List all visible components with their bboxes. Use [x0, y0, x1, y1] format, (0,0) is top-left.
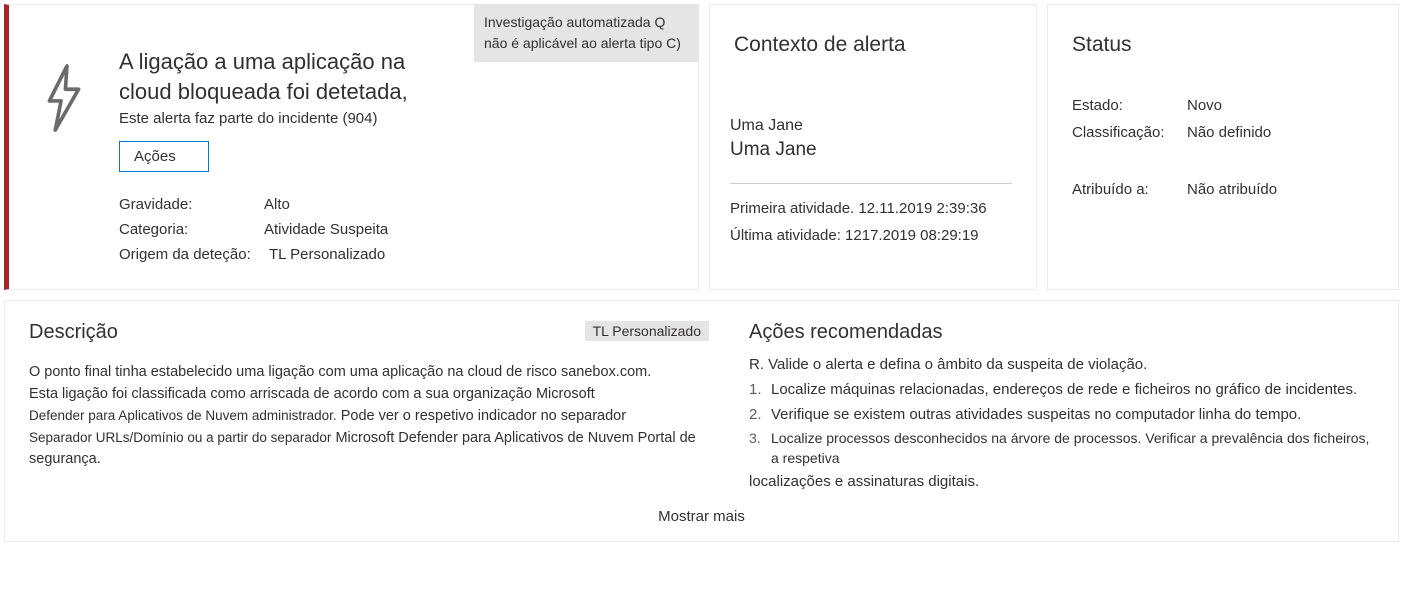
context-divider	[730, 183, 1012, 184]
desc-line2b: Defender para Aplicativos de Nuvem admin…	[29, 408, 337, 423]
recommended-column: Ações recomendadas R. Valide o alerta e …	[749, 321, 1374, 489]
alert-icon-column	[9, 23, 119, 271]
description-tag: TL Personalizado	[585, 321, 709, 341]
classification-label: Classificação:	[1072, 124, 1187, 141]
desc-line3a: Separador URLs/Domínio ou a partir do se…	[29, 430, 331, 445]
actions-button[interactable]: Ações	[119, 141, 209, 172]
recommended-item-3: Localize processos desconhecidos na árvo…	[749, 429, 1374, 468]
assigned-row: Atribuído a: Não atribuído	[1072, 181, 1374, 198]
desc-line2c: Pode ver o respetivo indicador no separa…	[341, 408, 626, 424]
recommended-title: Ações recomendadas	[749, 321, 1374, 344]
alert-incident-line: Este alerta faz parte do incidente (904)	[119, 110, 654, 127]
lightning-icon	[39, 63, 89, 133]
status-card: Status Estado: Novo Classificação: Não d…	[1047, 4, 1399, 290]
classification-row: Classificação: Não definido	[1072, 124, 1374, 141]
show-more-button[interactable]: Mostrar mais	[29, 508, 1374, 525]
context-user-line2: Uma Jane	[730, 139, 1008, 161]
recommended-item-2: Verifique se existem outras atividades s…	[749, 404, 1374, 425]
alert-summary-card: A ligação a uma aplicação na cloud bloqu…	[4, 4, 699, 290]
alert-context-card: Contexto de alerta Uma Jane Uma Jane Pri…	[709, 4, 1037, 290]
recommended-item-1: Localize máquinas relacionadas, endereço…	[749, 379, 1374, 400]
assigned-value: Não atribuído	[1187, 181, 1277, 198]
category-row: Categoria: Atividade Suspeita	[119, 221, 654, 238]
detection-source-row: Origem da deteção: TL Personalizado	[119, 246, 654, 263]
last-activity: Última atividade: 1217.2019 08:29:19	[730, 227, 1008, 244]
category-label: Categoria:	[119, 221, 264, 238]
state-row: Estado: Novo	[1072, 97, 1374, 114]
state-value: Novo	[1187, 97, 1222, 114]
desc-line1: O ponto final tinha estabelecido uma lig…	[29, 362, 709, 384]
assigned-label: Atribuído a:	[1072, 181, 1187, 198]
description-column: TL Personalizado Descrição O ponto final…	[29, 321, 709, 489]
category-value: Atividade Suspeita	[264, 221, 388, 238]
desc-line2a: Esta ligação foi classificada como arris…	[29, 384, 709, 406]
severity-value: Alto	[264, 196, 290, 213]
severity-label: Gravidade:	[119, 196, 264, 213]
classification-value: Não definido	[1187, 124, 1271, 141]
detection-source-value: TL Personalizado	[269, 246, 385, 263]
description-text: O ponto final tinha estabelecido uma lig…	[29, 362, 709, 471]
severity-row: Gravidade: Alto	[119, 196, 654, 213]
context-user-line1: Uma Jane	[730, 117, 1008, 135]
recommended-intro: R. Valide o alerta e defina o âmbito da …	[749, 356, 1374, 373]
details-card: TL Personalizado Descrição O ponto final…	[4, 300, 1399, 541]
detection-source-label: Origem da deteção:	[119, 246, 269, 263]
first-activity: Primeira atividade. 12.11.2019 2:39:36	[730, 200, 1008, 217]
context-title: Contexto de alerta	[734, 33, 1012, 57]
status-title: Status	[1072, 33, 1374, 57]
recommended-list: Localize máquinas relacionadas, endereço…	[749, 379, 1374, 468]
alert-title: A ligação a uma aplicação na cloud bloqu…	[119, 47, 459, 106]
automated-investigation-note: Investigação automatizada Q não é aplicá…	[474, 4, 699, 62]
recommended-item-3-cont: localizações e assinaturas digitais.	[749, 473, 1374, 490]
state-label: Estado:	[1072, 97, 1187, 114]
